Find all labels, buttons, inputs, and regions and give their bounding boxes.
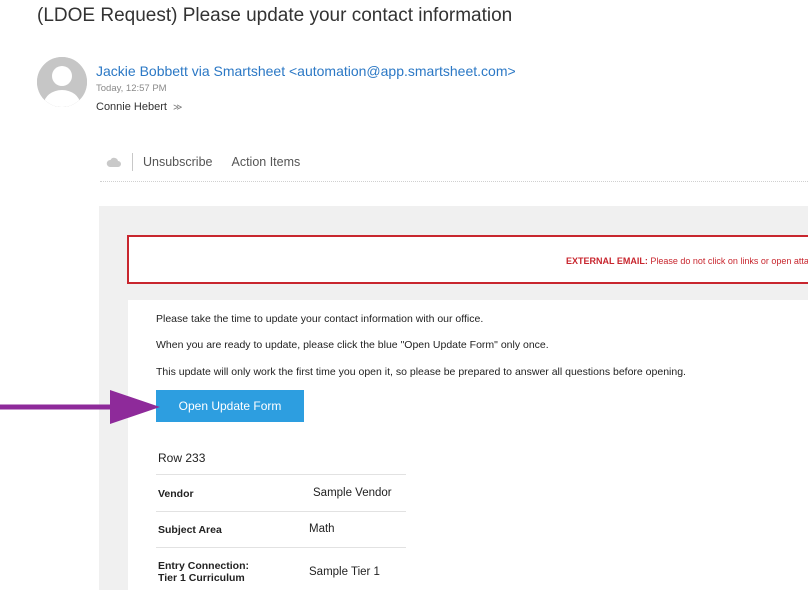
body-line-2: When you are ready to update, please cli… [156, 339, 549, 351]
table-row-label: Subject Area [158, 524, 222, 536]
cloud-icon[interactable] [106, 156, 122, 168]
table-row-label-line1: Entry Connection: [158, 560, 249, 572]
recipient-name: Connie Hebert [96, 101, 167, 113]
arrow-right-icon [0, 390, 160, 424]
open-update-form-button[interactable]: Open Update Form [156, 390, 304, 422]
divider [132, 153, 133, 171]
chevron-down-icon[interactable]: ≫ [173, 102, 182, 112]
body-line-1: Please take the time to update your cont… [156, 313, 484, 325]
warning-message: Please do not click on links or open att… [650, 256, 808, 266]
table-row-value: Sample Vendor [313, 487, 392, 499]
table-divider [156, 547, 406, 548]
person-icon [37, 57, 87, 107]
table-row-value: Sample Tier 1 [309, 566, 380, 578]
table-row-label-line2: Tier 1 Curriculum [158, 572, 245, 584]
body-line-3: This update will only work the first tim… [156, 366, 686, 378]
email-subject: (LDOE Request) Please update your contac… [37, 5, 513, 26]
table-row-value: Math [309, 523, 335, 535]
sender-avatar [37, 57, 87, 107]
recipient[interactable]: Connie Hebert ≫ [96, 101, 182, 113]
unsubscribe-link[interactable]: Unsubscribe [143, 155, 212, 169]
row-title: Row 233 [158, 451, 206, 465]
sent-time: Today, 12:57 PM [96, 83, 167, 94]
table-row-label: Vendor [158, 488, 194, 500]
table-divider [156, 474, 406, 475]
warning-text: EXTERNAL EMAIL: Please do not click on l… [566, 256, 808, 266]
external-email-warning: EXTERNAL EMAIL: Please do not click on l… [127, 235, 808, 284]
header-divider [100, 181, 808, 182]
sender-name[interactable]: Jackie Bobbett via Smartsheet <automatio… [96, 63, 516, 79]
warning-label: EXTERNAL EMAIL: [566, 256, 648, 266]
table-divider [156, 511, 406, 512]
action-bar: Unsubscribe Action Items [106, 150, 806, 174]
action-items-link[interactable]: Action Items [231, 155, 300, 169]
